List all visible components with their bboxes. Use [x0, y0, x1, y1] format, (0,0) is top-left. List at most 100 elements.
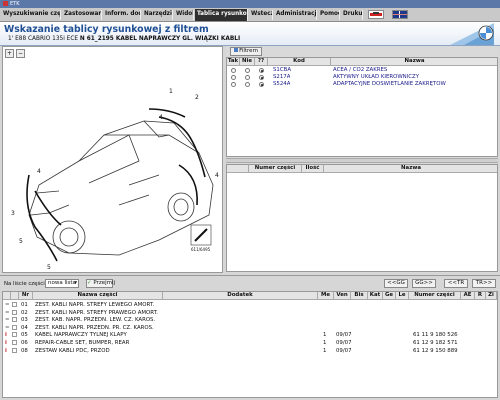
row-mark-icon: = [5, 309, 10, 316]
menu-item-wyszukiwanie[interactable]: Wyszukiwanie części [1, 10, 61, 20]
svg-text:3: 3 [11, 210, 15, 217]
column-header-numer-czesci[interactable]: Numer części [409, 292, 461, 300]
filter-kod: S1CBA [273, 67, 292, 73]
column-header-dodatek[interactable]: Dodatek [163, 292, 318, 300]
column-header-nazwa[interactable]: Nazwa [324, 165, 497, 173]
page-title: Wskazanie tablicy rysunkowej z filtrem [4, 24, 209, 35]
column-header-kat[interactable]: Kat [368, 292, 383, 300]
row-checkbox[interactable] [12, 302, 17, 307]
menu-item-wstecz[interactable]: Wstecz [249, 10, 273, 20]
column-header-me[interactable]: Me [318, 292, 334, 300]
table-row[interactable]: = 02 ZEST. KABLI NAPR. STREFY PRAWEGO AMOR… [3, 309, 497, 317]
row-checkbox[interactable] [12, 340, 17, 345]
menu-item-drukuj[interactable]: Drukuj [341, 10, 363, 20]
row-part-number: 61 11 9 180 526 [413, 332, 458, 339]
car-flag-icon[interactable] [368, 10, 384, 19]
next-table-button[interactable]: TR>> [472, 279, 496, 288]
row-me: 1 [323, 340, 327, 346]
svg-text:4: 4 [37, 168, 41, 175]
car-wiring-drawing[interactable]: 1 2 4 4 4 3 5 5 611/6495 [9, 65, 223, 271]
column-header-ven[interactable]: Ven [334, 292, 351, 300]
radio-unknown[interactable] [259, 68, 264, 73]
table-row[interactable]: i 05 KABEL NAPRAWCZY TYLNEJ KLAPY 1 09/07 61 … [3, 331, 497, 339]
menu-bar: Wyszukiwanie części Zastosowanie Inform.… [0, 8, 500, 22]
row-ven: 09/07 [336, 332, 352, 339]
next-group-button[interactable]: GG>> [412, 279, 436, 288]
pane-splitter[interactable] [226, 158, 498, 163]
svg-text:1: 1 [169, 88, 173, 95]
row-checkbox[interactable] [12, 347, 17, 353]
column-header-kod[interactable]: Kod [268, 58, 331, 66]
row-me: 1 [323, 347, 327, 354]
row-nr: 01 [21, 302, 28, 308]
column-header-nr[interactable]: Nr [19, 292, 33, 300]
row-part-number: 61 12 9 150 889 [413, 347, 458, 354]
language-flag-icon[interactable] [392, 10, 408, 19]
menu-item-tablica-rysunkowa[interactable]: Tablica rysunkowa [195, 9, 248, 21]
column-header-zi[interactable]: Zi [486, 292, 497, 300]
parts-table: Nr Nazwa części Dodatek Me Ven Bis Kat G… [2, 291, 498, 398]
row-checkbox[interactable] [12, 332, 17, 338]
radio-nie[interactable] [245, 75, 250, 80]
vehicle-model: 1' E88 CABRIO 135i ECE [8, 36, 79, 42]
zoom-out-icon[interactable]: − [16, 49, 25, 58]
column-header-nie[interactable]: Nie [240, 58, 255, 66]
row-nr: 03 [21, 317, 28, 324]
menu-item-inform-dod[interactable]: Inform. dod. [103, 10, 141, 20]
column-header-numer-czesci[interactable]: Numer części [249, 165, 302, 173]
window-title: ETK [10, 1, 20, 7]
accept-button[interactable]: ✓ Przejmij [86, 279, 115, 288]
filter-grid: Tak Nie ?? Kod Nazwa S1CBA ACEA / CO2 ZA… [226, 57, 498, 157]
list-select[interactable]: nowa lista ▾ [45, 279, 79, 288]
table-row[interactable]: = 01 ZEST. KABLI NAPR. STREFY LEWEGO AMORT… [3, 301, 497, 309]
menu-item-zastosowanie[interactable]: Zastosowanie [62, 10, 102, 20]
radio-tak[interactable] [231, 75, 236, 80]
radio-unknown[interactable] [259, 82, 264, 87]
table-row[interactable]: = 03 ZEST. KAB. NAPR. PRZEDN. LEW. CZ. KAR… [3, 316, 497, 324]
radio-unknown[interactable] [259, 75, 264, 80]
column-header-ae[interactable]: AE [461, 292, 475, 300]
row-mark-icon: i [5, 332, 7, 339]
zoom-in-icon[interactable]: + [5, 49, 14, 58]
prev-group-button[interactable]: <<GG [384, 279, 408, 288]
column-header-r[interactable]: R [475, 292, 486, 300]
prev-table-button[interactable]: <<TR [444, 279, 468, 288]
row-part-name: ZEST. KABLI NAPR. STREFY LEWEGO AMORT. [35, 302, 155, 308]
menu-item-administracja[interactable]: Administracja [274, 10, 317, 20]
radio-tak[interactable] [231, 82, 236, 87]
filter-nazwa: AKTYWNY UKŁAD KIEROWNICZY [333, 74, 420, 80]
filter-icon [234, 48, 239, 52]
window-titlebar: ETK [0, 0, 500, 8]
column-header-le[interactable]: Le [396, 292, 409, 300]
menu-item-pomoc[interactable]: Pomoc [318, 10, 340, 20]
column-header-mark [3, 292, 11, 300]
column-header-ge[interactable]: Ge [383, 292, 396, 300]
column-header-bis[interactable]: Bis [351, 292, 368, 300]
column-header-ilosc[interactable]: Ilość [302, 165, 324, 173]
row-checkbox[interactable] [12, 317, 17, 323]
column-header-tak[interactable]: Tak [227, 58, 240, 66]
table-row[interactable]: i 08 ZESTAW KABLI PDC, PRZÓD 1 09/07 61 12 9 … [3, 347, 497, 355]
column-header-nazwa-czesci[interactable]: Nazwa części [33, 292, 163, 300]
svg-text:2: 2 [195, 94, 199, 101]
column-header-unknown[interactable]: ?? [255, 58, 268, 66]
filter-kod: S217A [273, 74, 291, 80]
filter-button[interactable]: Filtrem [230, 47, 262, 56]
menu-item-narzedzia[interactable]: Narzędzia [142, 10, 173, 20]
row-checkbox[interactable] [12, 309, 17, 315]
table-row[interactable]: i 06 REPAIR-CABLE SET, BUMPER, REAR 1 09/07 6… [3, 339, 497, 347]
svg-text:4: 4 [215, 172, 219, 179]
column-header-nazwa[interactable]: Nazwa [331, 58, 497, 66]
row-ven: 09/07 [336, 347, 352, 354]
radio-nie[interactable] [245, 82, 250, 87]
row-mark-icon: i [5, 340, 7, 346]
radio-nie[interactable] [245, 68, 250, 73]
row-checkbox[interactable] [12, 324, 17, 330]
row-nr: 06 [21, 340, 28, 346]
row-part-name: REPAIR-CABLE SET, BUMPER, REAR [35, 340, 130, 346]
radio-tak[interactable] [231, 68, 236, 73]
table-row[interactable]: = 04 ZEST. KABLI NAPR. PRZEDN. PR. CZ. KAR… [3, 324, 497, 332]
menu-item-widok[interactable]: Widok [174, 10, 194, 20]
drawing-code: 611/6495 [191, 247, 211, 252]
list-label: Na liście części [4, 281, 45, 287]
